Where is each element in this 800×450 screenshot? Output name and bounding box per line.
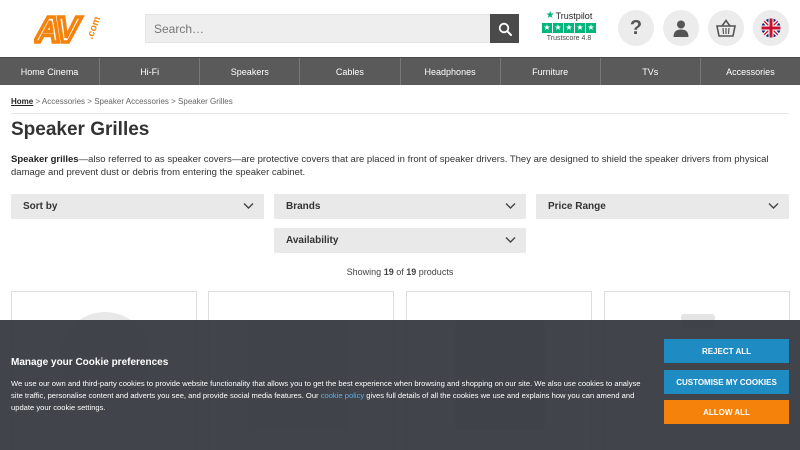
nav-item-headphones[interactable]: Headphones [401,58,501,85]
question-icon: ? [629,16,643,39]
nav-item-cables[interactable]: Cables [300,58,401,85]
star-icon: ★ [586,23,596,33]
chevron-down-icon [768,203,779,209]
search-bar [145,14,519,43]
star-icon: ★ [553,23,563,33]
breadcrumb: Home > Accessories > Speaker Accessories… [11,97,233,106]
uk-flag-icon [761,18,781,38]
basket-button[interactable] [708,10,744,46]
logo-letters: AV [34,9,82,50]
logo-suffix: .com [85,15,102,41]
results-count: Showing 19 of 19 products [0,267,800,277]
trustpilot-label: Trustpilot [555,10,593,21]
brands-label: Brands [286,201,321,212]
nav-item-furniture[interactable]: Furniture [501,58,601,85]
page-title: Speaker Grilles [11,119,150,140]
nav-item-speakers[interactable]: Speakers [200,58,301,85]
allow-all-button[interactable]: ALLOW ALL [664,400,789,424]
results-suffix: products [418,267,454,277]
sort-by-dropdown[interactable]: Sort by [11,194,264,219]
brands-dropdown[interactable]: Brands [274,194,526,219]
results-of: of [396,267,404,277]
breadcrumb-separator: > [87,97,92,106]
star-icon: ★ [564,23,574,33]
category-description: Speaker grilles—also referred to as spea… [11,153,789,179]
cookie-policy-link[interactable]: cookie policy [321,391,364,400]
chevron-down-icon [243,203,254,209]
main-nav: Home Cinema Hi-Fi Speakers Cables Headph… [0,57,800,85]
results-total: 19 [406,267,417,277]
page: AV .com ★ Trustpilot ★ ★ ★ ★ [0,0,800,450]
breadcrumb-separator: > [171,97,176,106]
sort-by-label: Sort by [23,201,58,212]
chevron-down-icon [505,237,516,243]
search-input[interactable] [146,15,490,42]
site-logo[interactable]: AV .com [32,7,103,52]
breadcrumb-current: Speaker Grilles [178,97,233,106]
trustpilot-stars: ★ ★ ★ ★ ★ [541,23,597,33]
search-icon [498,22,512,36]
breadcrumb-separator: > [35,97,41,106]
trustpilot-score: Trustscore 4.8 [546,35,592,42]
user-icon [673,20,689,37]
customise-cookies-button[interactable]: CUSTOMISE MY COOKIES [664,370,789,394]
cookie-banner: Manage your Cookie preferences We use ou… [0,320,800,450]
results-shown: 19 [383,267,394,277]
search-button[interactable] [490,14,519,43]
basket-icon [716,19,736,37]
price-range-label: Price Range [548,201,606,212]
chevron-down-icon [505,203,516,209]
breadcrumb-accessories[interactable]: Accessories [42,97,85,106]
nav-item-home-cinema[interactable]: Home Cinema [0,58,101,85]
site-header: AV .com ★ Trustpilot ★ ★ ★ ★ [0,0,800,57]
cookie-title: Manage your Cookie preferences [11,357,169,368]
language-button[interactable] [753,10,789,46]
trustpilot-brand: ★ Trustpilot [541,10,597,21]
breadcrumb-home[interactable]: Home [11,97,33,106]
trustpilot-star-icon: ★ [545,10,555,21]
help-button[interactable]: ? [618,10,654,46]
description-bold: Speaker grilles [11,154,79,165]
nav-item-accessories[interactable]: Accessories [701,58,800,85]
cookie-text: We use our own and third-party cookies t… [11,378,641,414]
breadcrumb-speaker-accessories[interactable]: Speaker Accessories [94,97,169,106]
divider [11,113,789,114]
reject-all-button[interactable]: REJECT ALL [664,339,789,363]
availability-dropdown[interactable]: Availability [274,228,526,253]
trustpilot-badge[interactable]: ★ Trustpilot ★ ★ ★ ★ ★ Trustscore 4.8 [541,10,597,42]
nav-item-hi-fi[interactable]: Hi-Fi [100,58,201,85]
star-icon: ★ [575,23,585,33]
description-text: —also referred to as speaker covers—are … [11,154,769,178]
nav-item-tvs[interactable]: TVs [601,58,701,85]
price-range-dropdown[interactable]: Price Range [536,194,789,219]
account-button[interactable] [663,10,699,46]
availability-label: Availability [286,235,339,246]
results-prefix: Showing [346,267,382,277]
star-icon: ★ [542,23,552,33]
